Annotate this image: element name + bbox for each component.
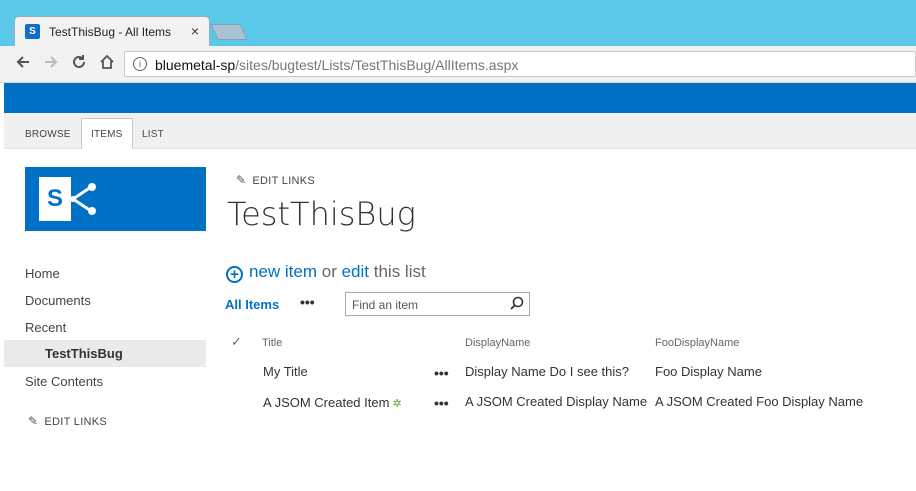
row-1-foo-display-name: Foo Display Name	[655, 364, 762, 379]
row-2-more-icon[interactable]: •••	[434, 395, 449, 411]
nav-home[interactable]: Home	[25, 266, 60, 281]
this-list-text: this list	[369, 262, 426, 281]
new-tab-button[interactable]	[210, 24, 248, 40]
browser-tab[interactable]: S TestThisBug - All Items ×	[14, 16, 210, 46]
row-2-foo-display-name: A JSOM Created Foo Display Name	[655, 394, 864, 409]
info-icon[interactable]: i	[133, 57, 147, 71]
home-icon[interactable]	[97, 54, 117, 75]
tab-list[interactable]: LIST	[142, 129, 164, 140]
row-1-title[interactable]: My Title	[263, 364, 308, 379]
suite-bar	[4, 83, 916, 113]
column-header-foodisplayname[interactable]: FooDisplayName	[655, 337, 739, 349]
share-nodes-icon	[70, 183, 96, 215]
back-arrow-icon[interactable]	[13, 54, 33, 75]
new-item-bar: + new item or edit this list	[226, 262, 426, 283]
column-header-displayname[interactable]: DisplayName	[465, 337, 530, 349]
search-input[interactable]: Find an item	[345, 292, 530, 316]
ribbon: BROWSE ITEMS LIST	[4, 113, 916, 149]
tab-items[interactable]: ITEMS	[81, 118, 133, 149]
view-all-items[interactable]: All Items	[225, 297, 279, 312]
sharepoint-favicon-icon: S	[25, 24, 40, 39]
new-item-star-icon: ✲	[392, 398, 402, 410]
nav-testthisbug[interactable]: TestThisBug	[4, 340, 206, 367]
browser-toolbar: i bluemetal-sp/sites/bugtest/Lists/TestT…	[0, 46, 916, 83]
url-text: bluemetal-sp/sites/bugtest/Lists/TestThi…	[155, 57, 518, 73]
forward-arrow-icon[interactable]	[41, 54, 61, 75]
page-title: TestThisBug	[227, 195, 416, 233]
nav-testthisbug-label: TestThisBug	[45, 346, 123, 361]
url-host: bluemetal-sp	[155, 57, 236, 73]
tab-title: TestThisBug - All Items	[49, 25, 172, 39]
row-1-display-name: Display Name Do I see this?	[465, 364, 630, 379]
new-item-link[interactable]: new item	[249, 262, 317, 281]
row-2-title[interactable]: A JSOM Created Item	[263, 395, 389, 410]
browser-tabstrip: S TestThisBug - All Items ×	[0, 0, 916, 46]
top-edit-links[interactable]: ✎ EDIT LINKS	[236, 173, 315, 187]
pencil-icon: ✎	[28, 414, 39, 428]
nav-recent[interactable]: Recent	[25, 320, 66, 335]
add-circle-icon[interactable]: +	[226, 266, 243, 283]
pencil-icon: ✎	[236, 173, 247, 187]
tab-browse[interactable]: BROWSE	[25, 129, 71, 140]
url-path: /sites/bugtest/Lists/TestThisBug/AllItem…	[235, 57, 519, 73]
row-1-more-icon[interactable]: •••	[434, 365, 449, 381]
reload-icon[interactable]	[69, 54, 89, 75]
sharepoint-logo-icon: S	[39, 177, 71, 221]
address-bar[interactable]: i bluemetal-sp/sites/bugtest/Lists/TestT…	[124, 51, 916, 77]
search-icon[interactable]	[510, 294, 524, 317]
row-2-display-name: A JSOM Created Display Name	[465, 394, 648, 409]
edit-links-label: EDIT LINKS	[252, 175, 316, 187]
site-logo[interactable]: S	[25, 167, 206, 231]
nav-site-contents[interactable]: Site Contents	[25, 374, 103, 389]
edit-links-label: EDIT LINKS	[44, 416, 108, 428]
select-all-checkmark-icon[interactable]: ✓	[231, 334, 242, 350]
column-header-title[interactable]: Title	[262, 337, 282, 349]
quicklaunch-edit-links[interactable]: ✎ EDIT LINKS	[28, 414, 107, 428]
nav-documents[interactable]: Documents	[25, 293, 91, 308]
row-2-title-cell: A JSOM Created Item ✲	[263, 395, 402, 410]
edit-list-link[interactable]: edit	[342, 262, 369, 281]
more-views-icon[interactable]: •••	[300, 294, 315, 310]
search-placeholder: Find an item	[352, 298, 419, 312]
close-tab-icon[interactable]: ×	[191, 23, 199, 39]
or-text: or	[317, 262, 342, 281]
